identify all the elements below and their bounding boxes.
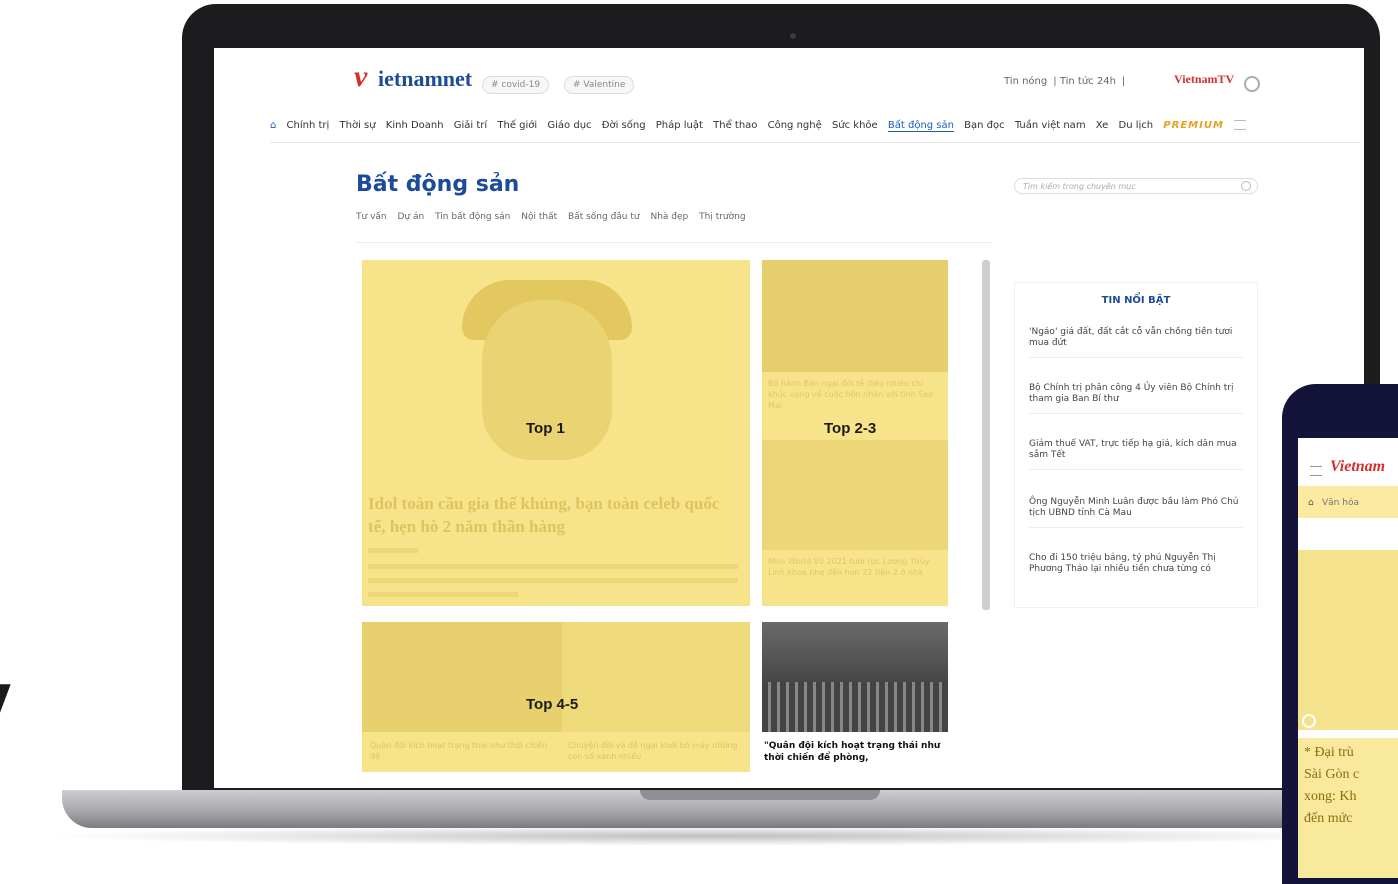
article-headline: "Quân đội kích hoạt trạng thái như thời … [764, 741, 941, 763]
sidebar-item[interactable]: Giảm thuế VAT, trực tiếp hạ giá, kích dâ… [1029, 439, 1243, 470]
nav-item[interactable]: Giáo dục [547, 120, 591, 131]
article-tile[interactable]: "Quân đội kích hoạt trạng thái như thời … [762, 622, 948, 772]
subnav-item[interactable]: Nhà đẹp [650, 212, 688, 222]
sidebar-item[interactable]: Bộ Chính trị phân công 4 Ủy viên Bộ Chín… [1029, 383, 1243, 414]
laptop-notch [640, 790, 880, 800]
home-icon[interactable]: ⌂ [270, 120, 276, 131]
sidebar-title: TIN NỔI BẬT [1101, 295, 1171, 306]
home-icon[interactable]: ⌂ [1308, 498, 1314, 508]
site-logo[interactable]: v ietnamnet [354, 58, 472, 98]
top1-summary-line [368, 578, 738, 583]
nav-item[interactable]: Đời sống [602, 120, 646, 131]
top1-meta-line [368, 548, 418, 553]
main-nav: ⌂ Chính trị Thời sự Kinh Doanh Giải trí … [270, 120, 1360, 143]
play-icon[interactable] [1302, 714, 1316, 728]
nav-item[interactable]: Pháp luật [656, 120, 703, 131]
tag-valentine[interactable]: # Valentine [564, 76, 635, 94]
nav-item[interactable]: Du lịch [1119, 120, 1154, 131]
top45-label: Top 4-5 [526, 696, 579, 713]
premium-link[interactable]: PREMIUM [1163, 120, 1224, 131]
sub-nav: Tư vấn Dự án Tin bất động sản Nội thất B… [356, 212, 754, 222]
subnav-item[interactable]: Thị trường [699, 212, 745, 222]
menu-icon[interactable] [1234, 120, 1247, 130]
page-title: Bất động sản [356, 172, 520, 197]
phone-menu-icon[interactable] [1310, 466, 1322, 476]
laptop-shadow [40, 826, 1380, 846]
sidebar-item[interactable]: Ông Nguyễn Minh Luân được bầu làm Phó Ch… [1029, 497, 1243, 528]
subnav-item[interactable]: Dự án [397, 212, 424, 222]
tag-covid[interactable]: # covid-19 [482, 76, 550, 94]
phone-category[interactable]: Văn hóa [1322, 498, 1359, 508]
search-icon[interactable] [1244, 76, 1260, 92]
search-icon[interactable] [1241, 181, 1251, 191]
top23-label: Top 2-3 [824, 420, 877, 437]
top1-headline: Idol toàn cầu gia thế khủng, bạn toàn ce… [368, 494, 720, 536]
logo-v: v [354, 60, 368, 93]
nav-item-active[interactable]: Bất động sản [887, 120, 954, 132]
subnav-item[interactable]: Tư vấn [356, 212, 387, 222]
nav-item[interactable]: Thể thao [713, 120, 757, 131]
divider [356, 242, 992, 243]
top23-text-1: Bố hành Bạn ngại đời tệ điều nhiều chi k… [768, 379, 934, 410]
top23-text-2: Miss World Vũ 2021 tươi rực Lương Thùy L… [768, 557, 930, 577]
top45-tile[interactable]: Top 4-5 Quân đội kích hoạt trạng thái nh… [362, 622, 750, 772]
top23-image-2 [762, 440, 948, 550]
top-link-24h[interactable]: Tin tức 24h [1060, 76, 1116, 87]
top45-image-2 [562, 622, 750, 732]
top45-text-2: Chuyện đời và đề ngại khởi bỏ máy những … [568, 741, 738, 761]
subnav-item[interactable]: Nội thất [521, 212, 557, 222]
nav-item[interactable]: Tuần việt nam [1015, 120, 1086, 131]
nav-item[interactable]: Thời sự [340, 120, 376, 131]
nav-item[interactable]: Công nghệ [768, 120, 822, 131]
nav-item[interactable]: Xe [1096, 120, 1109, 131]
phone-article-headline[interactable]: * Đại trù Sài Gòn c xong: Kh đến mức [1298, 738, 1398, 878]
laptop-screen: v ietnamnet # covid-19 # Valentine Tin n… [214, 48, 1364, 788]
top45-image-1 [362, 622, 562, 732]
top-link-hot[interactable]: Tin nóng [1004, 76, 1047, 87]
nav-item[interactable]: Chính trị [287, 120, 330, 131]
phone-article-image [1298, 550, 1398, 730]
top45-text-1: Quân đội kích hoạt trạng thái như thời c… [370, 741, 548, 761]
top1-summary-line [368, 564, 738, 569]
left-text-line2: y [0, 650, 11, 755]
subnav-item[interactable]: Tin bất động sản [435, 212, 510, 222]
logo-text: ietnamnet [378, 66, 473, 91]
subnav-item[interactable]: Bất sống đầu tư [568, 212, 640, 222]
top1-label: Top 1 [526, 420, 565, 437]
top23-image-1 [762, 260, 948, 372]
top1-tile[interactable]: Top 1 Idol toàn cầu gia thế khủng, bạn t… [362, 260, 750, 606]
vietnamtv-logo[interactable]: VietnamTV [1174, 72, 1234, 87]
nav-item[interactable]: Giải trí [454, 120, 487, 131]
article-image-detail [762, 682, 948, 732]
featured-sidebar: TIN NỔI BẬT 'Ngáo' giá đất, đất cắt cỗ v… [1014, 282, 1258, 608]
phone-logo[interactable]: Vietnam [1330, 458, 1385, 476]
top-links: Tin nóng | Tin tức 24h | [1004, 76, 1126, 87]
camera-icon [790, 33, 796, 39]
nav-item[interactable]: Bạn đọc [964, 120, 1004, 131]
sidebar-item[interactable]: 'Ngáo' giá đất, đất cắt cỗ vẫn chồng tiề… [1029, 327, 1243, 358]
nav-item[interactable]: Thế giới [497, 120, 537, 131]
nav-item[interactable]: Kinh Doanh [386, 120, 444, 131]
scrollbar[interactable] [982, 260, 990, 610]
nav-item[interactable]: Sức khỏe [832, 120, 878, 131]
phone-screen: Vietnam ⌂ Văn hóa * Đại trù Sài Gòn c xo… [1298, 438, 1398, 878]
top1-summary-line [368, 592, 518, 597]
category-search-input[interactable]: Tìm kiếm trong chuyên mục [1014, 178, 1258, 194]
category-search-placeholder: Tìm kiếm trong chuyên mục [1023, 182, 1136, 191]
top23-tile[interactable]: Bố hành Bạn ngại đời tệ điều nhiều chi k… [762, 260, 948, 606]
sidebar-item[interactable]: Cho đi 150 triệu bảng, tỷ phú Nguyễn Thị… [1029, 553, 1243, 583]
